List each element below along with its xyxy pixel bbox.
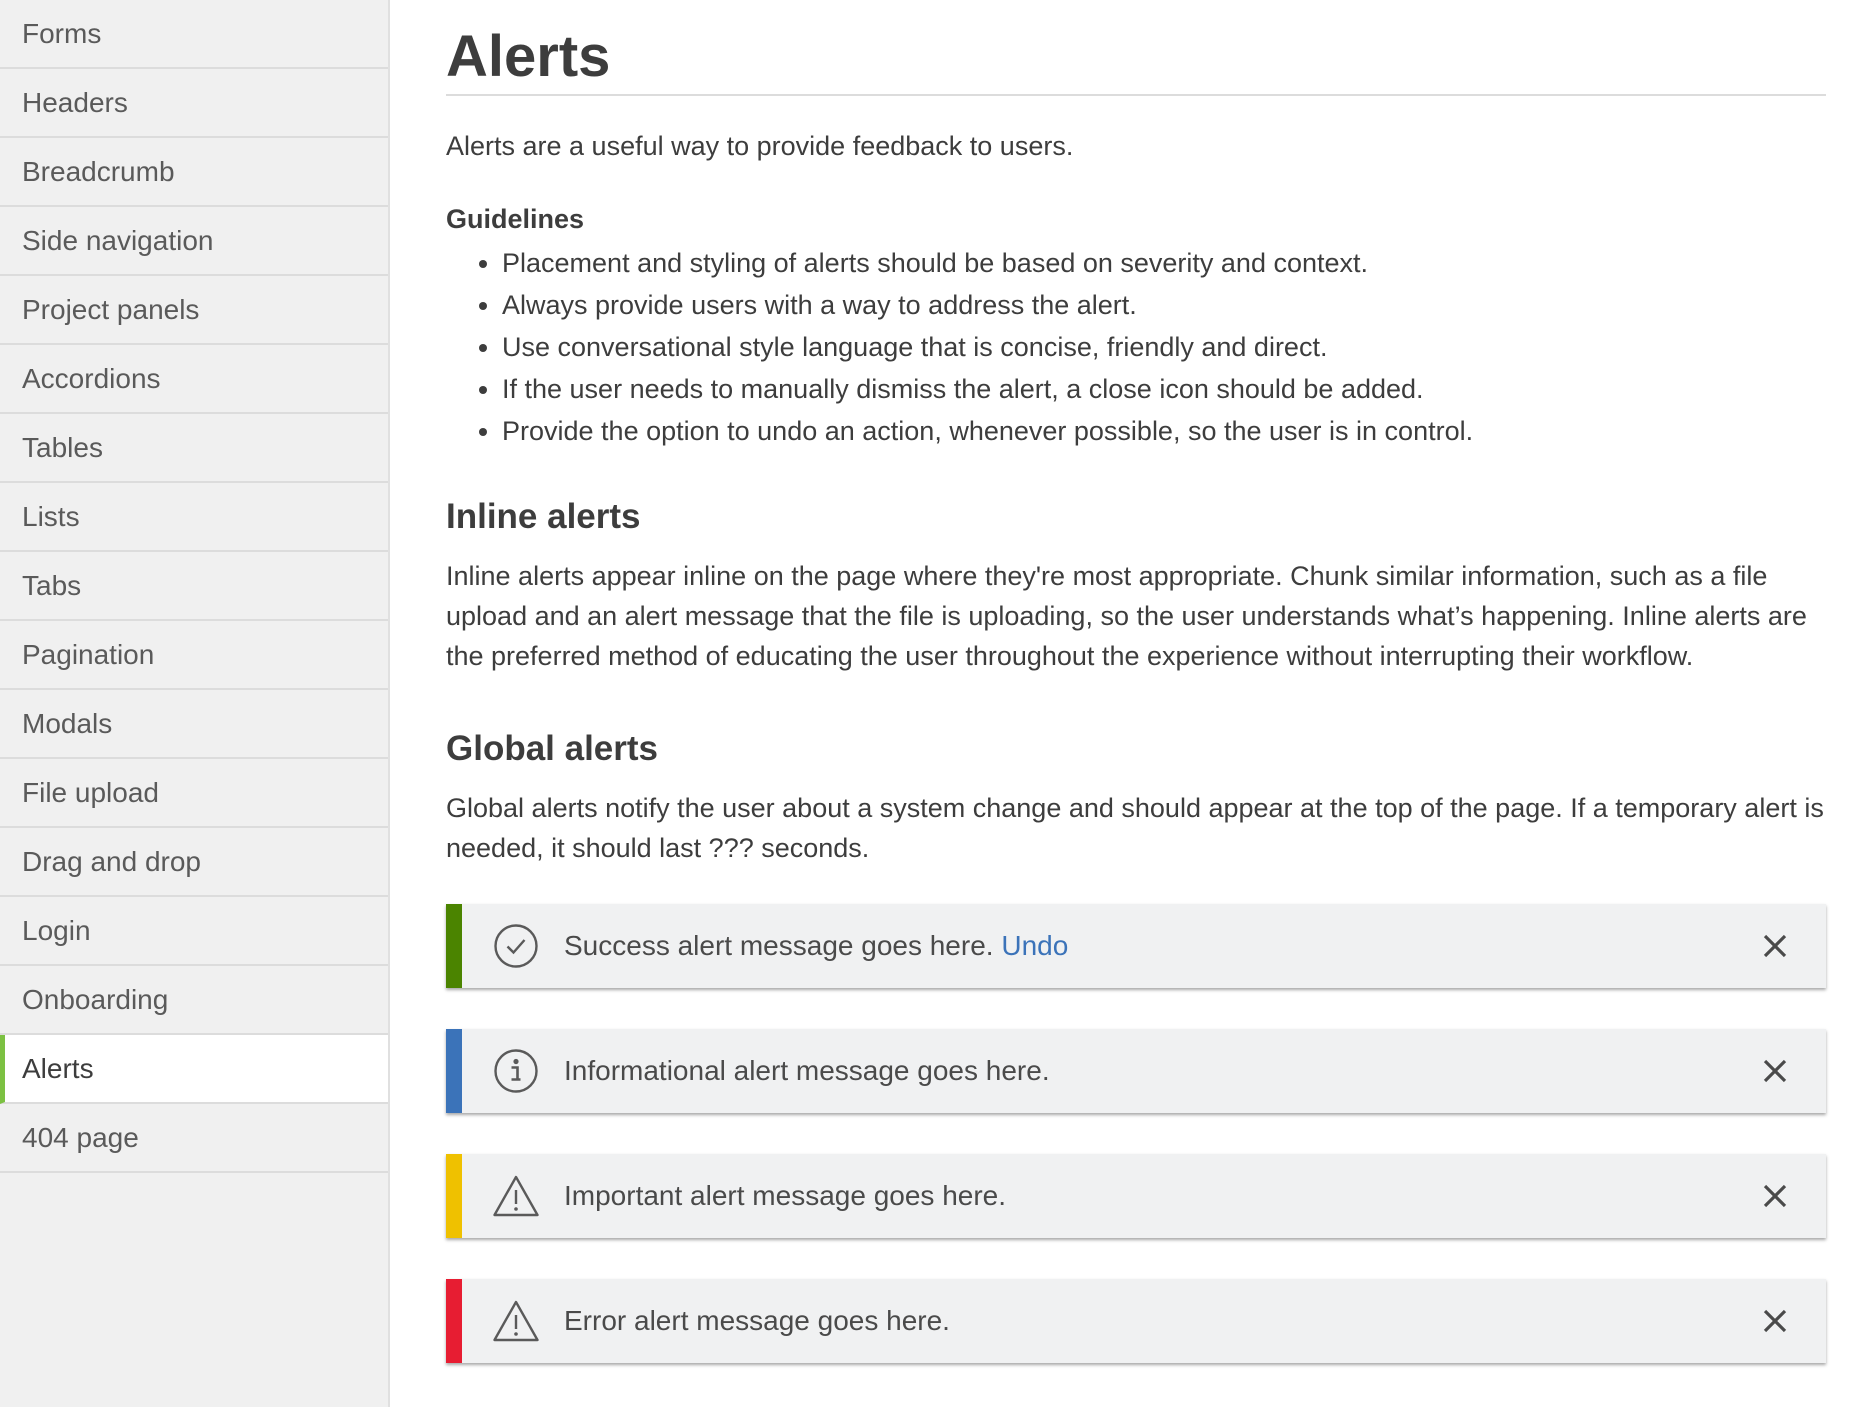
guidelines-list: Placement and styling of alerts should b… [446,242,1826,452]
sidebar-item-headers[interactable]: Headers [0,69,388,138]
sidebar-item-label: Accordions [22,362,161,394]
alert-color-bar [446,1154,462,1238]
page: Forms Headers Breadcrumb Side navigation… [0,0,1875,1407]
sidebar-item-onboarding[interactable]: Onboarding [0,966,388,1035]
info-alert: Informational alert message goes here. [446,1029,1826,1113]
sidebar-item-login[interactable]: Login [0,897,388,966]
sidebar-item-label: Onboarding [22,983,169,1015]
sidebar-item-breadcrumb[interactable]: Breadcrumb [0,138,388,207]
alert-message-text: Informational alert message goes here. [564,1055,1050,1086]
inline-alerts-heading: Inline alerts [446,497,641,536]
global-alerts-text: Global alerts notify the user about a sy… [446,793,1824,863]
alert-color-bar [446,1029,462,1113]
alert-color-bar [446,904,462,988]
sidebar-item-label: Login [22,914,91,946]
sidebar-item-label: Tabs [22,569,82,601]
sidebar-item-label: Drag and drop [22,845,202,877]
alert-message: Error alert message goes here. [564,1305,1760,1337]
alert-message: Important alert message goes here. [564,1180,1760,1212]
sidebar-list: Forms Headers Breadcrumb Side navigation… [0,0,388,1173]
sidebar-item-label: 404 page [22,1121,139,1153]
sidebar-item-label: Project panels [22,293,200,325]
sidebar-item-label: Tables [22,431,103,463]
guidelines-heading: Guidelines [446,204,585,234]
warning-alert: Important alert message goes here. [446,1154,1826,1238]
inline-alerts-text: Inline alerts appear inline on the page … [446,561,1807,671]
close-icon[interactable] [1760,931,1790,961]
alert-message-text: Important alert message goes here. [564,1180,1007,1211]
sidebar-item-label: Forms [22,17,102,49]
sidebar-item-label: Alerts [22,1052,94,1084]
alert-message: Success alert message goes here. Undo [564,930,1760,962]
alert-message: Informational alert message goes here. [564,1055,1760,1087]
sidebar-item-lists[interactable]: Lists [0,483,388,552]
sidebar-item-404-page[interactable]: 404 page [0,1104,388,1173]
check-circle-icon [492,922,540,970]
alert-message-text: Success alert message goes here. [564,930,994,961]
close-icon[interactable] [1760,1056,1790,1086]
sidebar-item-forms[interactable]: Forms [0,0,388,69]
sidebar-item-file-upload[interactable]: File upload [0,759,388,828]
alert-message-text: Error alert message goes here. [564,1305,950,1336]
alerts-list: Success alert message goes here. Undo In… [446,904,1826,1363]
intro-text: Alerts are a useful way to provide feedb… [446,131,1074,161]
sidebar-item-tabs[interactable]: Tabs [0,552,388,621]
guideline-item: Always provide users with a way to addre… [502,284,1826,326]
sidebar: Forms Headers Breadcrumb Side navigation… [0,0,390,1407]
close-icon[interactable] [1760,1181,1790,1211]
alert-color-bar [446,1279,462,1363]
sidebar-item-label: Headers [22,86,128,118]
sidebar-item-pagination[interactable]: Pagination [0,621,388,690]
guideline-item: If the user needs to manually dismiss th… [502,368,1826,410]
page-title: Alerts [446,26,1826,96]
close-icon[interactable] [1760,1306,1790,1336]
sidebar-item-project-panels[interactable]: Project panels [0,276,388,345]
global-alerts-heading: Global alerts [446,729,659,768]
undo-link[interactable]: Undo [1001,930,1068,961]
sidebar-item-tables[interactable]: Tables [0,414,388,483]
guideline-item: Provide the option to undo an action, wh… [502,410,1826,452]
guideline-item: Placement and styling of alerts should b… [502,242,1826,284]
sidebar-item-accordions[interactable]: Accordions [0,345,388,414]
warning-triangle-icon [492,1172,540,1220]
sidebar-item-label: File upload [22,776,159,808]
success-alert: Success alert message goes here. Undo [446,904,1826,988]
sidebar-item-alerts[interactable]: Alerts [0,1035,388,1104]
main-content: Alerts Alerts are a useful way to provid… [446,0,1826,1404]
guideline-item: Use conversational style language that i… [502,326,1826,368]
info-circle-icon [492,1047,540,1095]
sidebar-item-label: Modals [22,707,113,739]
warning-triangle-icon [492,1297,540,1345]
sidebar-item-label: Lists [22,500,80,532]
sidebar-item-modals[interactable]: Modals [0,690,388,759]
sidebar-item-label: Breadcrumb [22,155,175,187]
sidebar-item-label: Side navigation [22,224,214,256]
sidebar-item-drag-and-drop[interactable]: Drag and drop [0,828,388,897]
error-alert: Error alert message goes here. [446,1279,1826,1363]
sidebar-item-side-navigation[interactable]: Side navigation [0,207,388,276]
sidebar-item-label: Pagination [22,638,155,670]
